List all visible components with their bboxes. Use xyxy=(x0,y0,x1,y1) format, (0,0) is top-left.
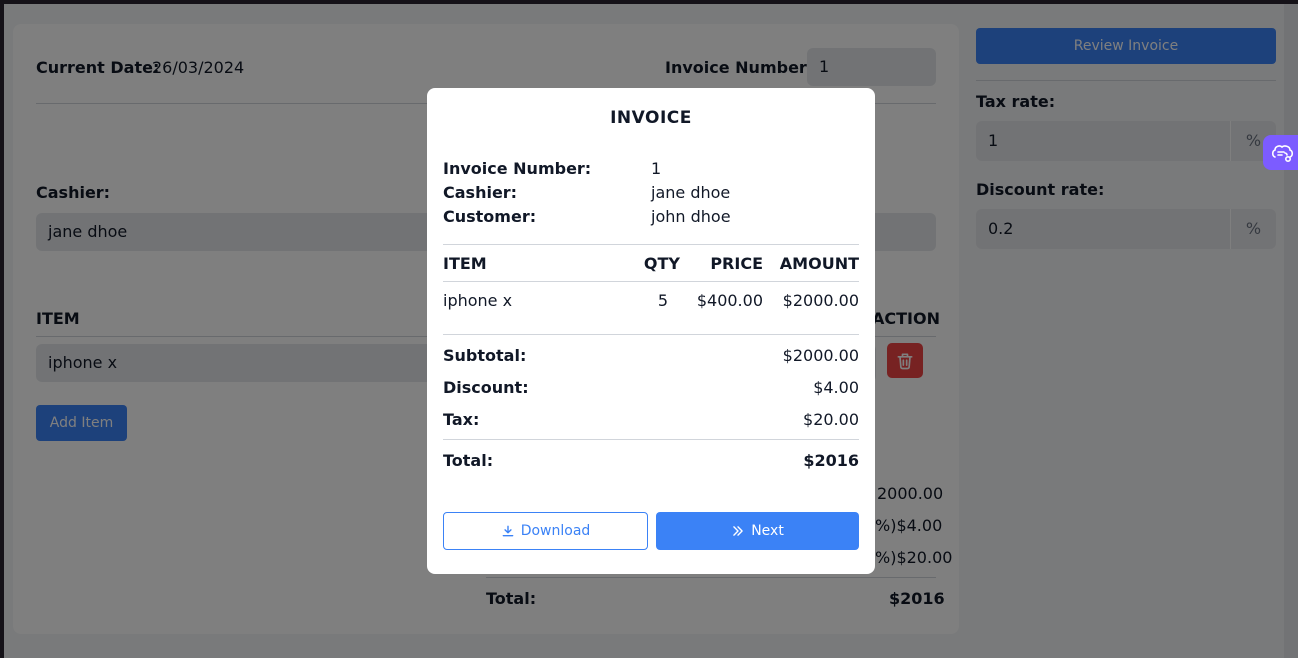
download-icon xyxy=(502,525,514,537)
modal-discount-value: $4.00 xyxy=(813,378,859,397)
modal-tax-label: Tax: xyxy=(443,410,480,429)
modal-column-amount: AMOUNT xyxy=(779,254,859,273)
modal-cashier-value: jane dhoe xyxy=(651,183,731,202)
extension-tab[interactable] xyxy=(1263,135,1298,170)
invoice-modal-title: INVOICE xyxy=(610,108,692,128)
modal-subtotal-label: Subtotal: xyxy=(443,346,527,365)
modal-total-value: $2016 xyxy=(803,451,859,470)
modal-column-qty: QTY xyxy=(643,254,680,273)
modal-totals-divider xyxy=(443,439,859,440)
modal-items-divider xyxy=(443,334,859,335)
modal-tax-value: $20.00 xyxy=(803,410,859,429)
modal-invoice-number-label: Invoice Number: xyxy=(443,159,592,178)
modal-line-item-qty: 5 xyxy=(657,291,668,310)
modal-total-label: Total: xyxy=(443,451,494,470)
double-chevron-right-icon xyxy=(733,526,743,536)
modal-line-item-name: iphone x xyxy=(443,291,513,310)
modal-invoice-number-value: 1 xyxy=(651,159,662,178)
modal-customer-label: Customer: xyxy=(443,207,537,226)
modal-divider xyxy=(443,244,859,245)
modal-line-item-amount: $2000.00 xyxy=(782,291,859,310)
modal-line-item-price: $400.00 xyxy=(696,291,763,310)
modal-table-header-divider xyxy=(443,281,859,282)
download-button-label: Download xyxy=(520,523,591,539)
modal-cashier-label: Cashier: xyxy=(443,183,518,202)
brain-icon xyxy=(1271,144,1294,162)
download-button[interactable]: Download xyxy=(443,512,648,550)
modal-customer-value: john dhoe xyxy=(651,207,731,226)
next-button-label: Next xyxy=(751,523,784,539)
modal-subtotal-value: $2000.00 xyxy=(782,346,859,365)
next-button[interactable]: Next xyxy=(656,512,859,550)
modal-column-item: ITEM xyxy=(443,254,487,273)
modal-discount-label: Discount: xyxy=(443,378,529,397)
modal-column-price: PRICE xyxy=(710,254,763,273)
